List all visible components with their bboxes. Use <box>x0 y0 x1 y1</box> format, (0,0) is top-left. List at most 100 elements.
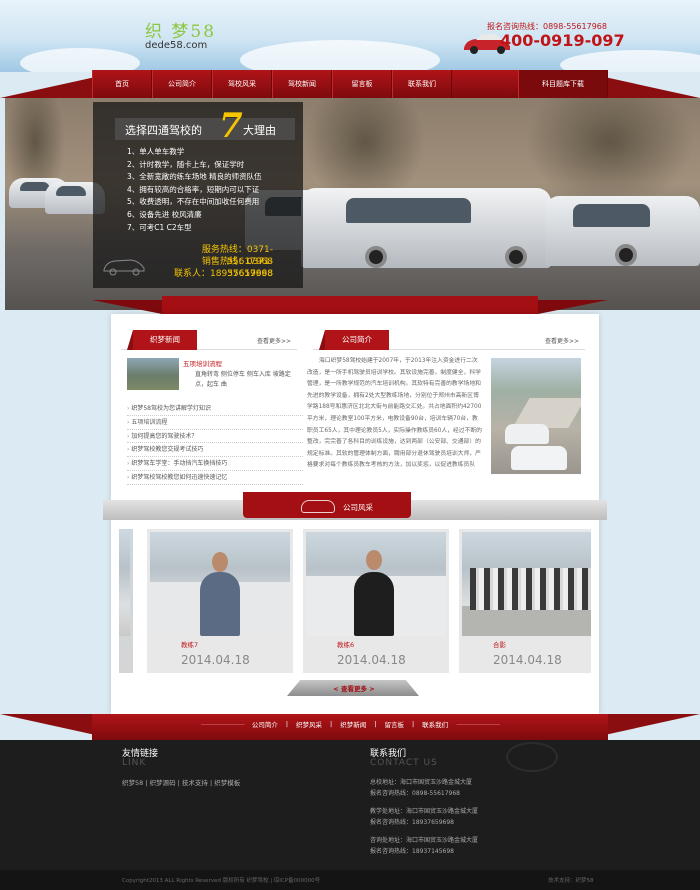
nav-bar: 首页 公司简介 驾校风采 驾校新闻 留言板 联系我们 科目题库下载 <box>92 70 608 98</box>
person-figure <box>354 572 394 636</box>
footer-link-contact[interactable]: 联系我们 <box>422 719 448 729</box>
news-panel-header: 织梦新闻 查看更多>> <box>121 330 297 350</box>
hotline-number: 400-0919-097 <box>500 31 625 50</box>
news-item[interactable]: 五项培训流程 <box>127 416 303 430</box>
footer-link-news[interactable]: 织梦新闻 <box>340 719 366 729</box>
reason-item: 5、收费透明，不存在中间加收任何费用 <box>127 197 260 207</box>
news-thumbnail[interactable] <box>127 358 179 390</box>
news-item[interactable]: 织梦驾校驾校教您如何迅速快速记忆 <box>127 471 303 485</box>
ribbon-middle <box>162 296 538 314</box>
reason-item: 2、计时教学，随卡上车，保证学时 <box>127 159 245 169</box>
divider: -------------------------------- <box>456 720 500 728</box>
contact-details: 总校地址：海口市国贸玉沙路金城大厦 报名咨询热线：0898-55617968 教… <box>370 777 478 857</box>
news-item[interactable]: 织梦58驾校为您讲解学灯知识 <box>127 402 303 416</box>
news-feature[interactable]: 五项培训流程 直角转弯 侧位停车 侧车入库 坡路定点，起车 曲 <box>127 358 295 394</box>
gallery-title: 公司风采 <box>343 503 373 512</box>
gallery-card[interactable]: 教练7 2014.04.18 <box>147 529 293 673</box>
nav-item-guestbook[interactable]: 留言板 <box>332 70 392 98</box>
phone-line: 报名咨询热线：0898-55617968 <box>370 790 460 797</box>
car-image <box>505 424 549 444</box>
hero-banner[interactable]: 选择四通驾校的 7 大理由 1、单人单车教学 2、计时教学，随卡上车，保证学时 … <box>5 98 700 310</box>
person-head <box>212 552 228 572</box>
news-item[interactable]: 织梦驾校教您交规考试技巧 <box>127 443 303 458</box>
footer-link-guestbook[interactable]: 留言板 <box>384 719 404 729</box>
nav-item-contact[interactable]: 联系我们 <box>392 70 452 98</box>
ground <box>462 606 591 636</box>
promo-contacts: 服务热线：0371-55617968 销售热线：0371-55617968 联系… <box>161 244 273 280</box>
nav-item-style[interactable]: 驾校风采 <box>212 70 272 98</box>
cloud-decoration <box>20 48 140 72</box>
nav-item-news[interactable]: 驾校新闻 <box>272 70 332 98</box>
site-logo[interactable]: 织 梦58 <box>145 17 216 42</box>
intro-more-link[interactable]: 查看更多>> <box>545 336 579 345</box>
ribbon-left <box>92 300 162 314</box>
address-line: 教学处地址：海口市国贸玉沙路金城大厦 <box>370 808 479 815</box>
intro-text: 海口织梦58驾校始建于2007年，于2013年注入资金进行二次改造，是一所手机驾… <box>307 358 482 469</box>
news-tab[interactable]: 织梦新闻 <box>127 330 197 350</box>
site-header: 织 梦58 dede58.com 报名咨询热线：0898-55617968 40… <box>0 0 700 72</box>
nav-wing-right <box>600 76 700 98</box>
wheel <box>615 244 637 266</box>
tech-support-link[interactable]: 技术支持：织梦58 <box>548 876 594 884</box>
group-photo <box>470 568 591 610</box>
contact-subtitle: CONTACT US <box>370 758 438 768</box>
footer-wing-right <box>600 714 700 736</box>
main-nav: 首页 公司简介 驾校风采 驾校新闻 留言板 联系我们 科目题库下载 <box>0 70 700 98</box>
promo-title-number: 7 <box>219 106 243 146</box>
card-name[interactable]: 教练6 <box>337 639 354 649</box>
nav-wing-left <box>0 76 100 98</box>
nav-item-download[interactable]: 科目题库下载 <box>518 70 608 98</box>
news-list: 织梦58驾校为您讲解学灯知识 五项培训流程 加何提高您的驾驶技术？ 织梦驾校教您… <box>127 402 303 485</box>
copyright-text: Copyright2013 ALL Rights Reserved 版权所有 织… <box>122 878 321 884</box>
friend-links[interactable]: 织梦58 | 织梦源码 | 技术支持 | 织梦模板 <box>122 777 240 787</box>
card-date: 2014.04.18 <box>181 653 250 667</box>
address-line: 总校地址：海口市国贸玉沙路金城大厦 <box>370 779 473 786</box>
sales-hotline: 销售热线：0371-55617968 <box>201 257 273 279</box>
card-photo[interactable] <box>119 532 130 636</box>
news-item[interactable]: 织梦驾车学堂：手动挡汽车换挡技巧 <box>127 457 303 471</box>
card-photo[interactable] <box>306 532 446 636</box>
reason-item: 1、单人单车教学 <box>127 147 185 156</box>
phone-line: 报名咨询热线：18937145698 <box>370 848 454 855</box>
gallery-card[interactable]: 教练6 2014.04.18 <box>303 529 449 673</box>
nav-item-about[interactable]: 公司简介 <box>152 70 212 98</box>
nav-item-home[interactable]: 首页 <box>92 70 152 98</box>
reason-item: 3、全新宽敞的练车场地 精良的师资队伍 <box>127 172 262 182</box>
car-outline-icon <box>103 259 145 276</box>
footer-link-style[interactable]: 织梦风采 <box>296 719 322 729</box>
intro-image <box>491 358 581 474</box>
banner-bottom-ribbon <box>92 296 608 314</box>
seal-logo <box>506 742 558 772</box>
ribbon-right <box>538 300 608 314</box>
news-item[interactable]: 加何提高您的驾驶技术？ <box>127 430 303 444</box>
news-more-link[interactable]: 查看更多>> <box>257 336 291 345</box>
card-photo[interactable] <box>462 532 591 636</box>
card-photo[interactable] <box>150 532 290 636</box>
card-name[interactable]: 教练7 <box>181 639 198 649</box>
reason-list: 1、单人单车教学 2、计时教学，随卡上车，保证学时 3、全新宽敞的练车场地 精良… <box>127 146 262 234</box>
reason-item: 4、拥有较高的合格率，短期内可以下证 <box>127 184 260 194</box>
card-name[interactable]: 合影 <box>493 639 506 649</box>
car-image <box>511 446 567 470</box>
friend-links-subtitle: LINK <box>122 758 147 768</box>
main-content: 织梦新闻 查看更多>> 五项培训流程 直角转弯 侧位停车 侧车入库 坡路定点，起… <box>103 314 607 714</box>
footer-link-about[interactable]: 公司简介 <box>252 719 278 729</box>
person-head <box>366 550 382 570</box>
promo-title-prefix: 选择四通驾校的 <box>125 124 202 137</box>
car-outline-icon <box>301 500 335 513</box>
card-date: 2014.04.18 <box>337 653 406 667</box>
service-hotline: 服务热线：0371-55617968 <box>201 245 273 267</box>
gallery-card[interactable]: 合影 2014.04.18 <box>459 529 591 673</box>
gallery-more-label[interactable]: < 查看更多 > <box>314 683 394 693</box>
reason-item: 6、设备先进 校风清廉 <box>127 209 202 219</box>
contact-person: 联系人：18937659698 <box>174 269 273 279</box>
promo-title-suffix: 大理由 <box>243 124 276 137</box>
news-feature-title[interactable]: 五项培训流程 <box>183 358 222 368</box>
divider: -------------------------------- <box>200 720 245 728</box>
wheel <box>365 246 387 268</box>
promo-panel: 选择四通驾校的 7 大理由 1、单人单车教学 2、计时教学，随卡上车，保证学时 … <box>93 102 303 288</box>
news-feature-desc: 直角转弯 侧位停车 侧车入库 坡路定点，起车 曲 <box>195 371 291 388</box>
gallery-card-partial[interactable] <box>119 529 133 673</box>
intro-panel-header: 公司简介 查看更多>> <box>313 330 585 350</box>
intro-tab[interactable]: 公司简介 <box>319 330 389 350</box>
